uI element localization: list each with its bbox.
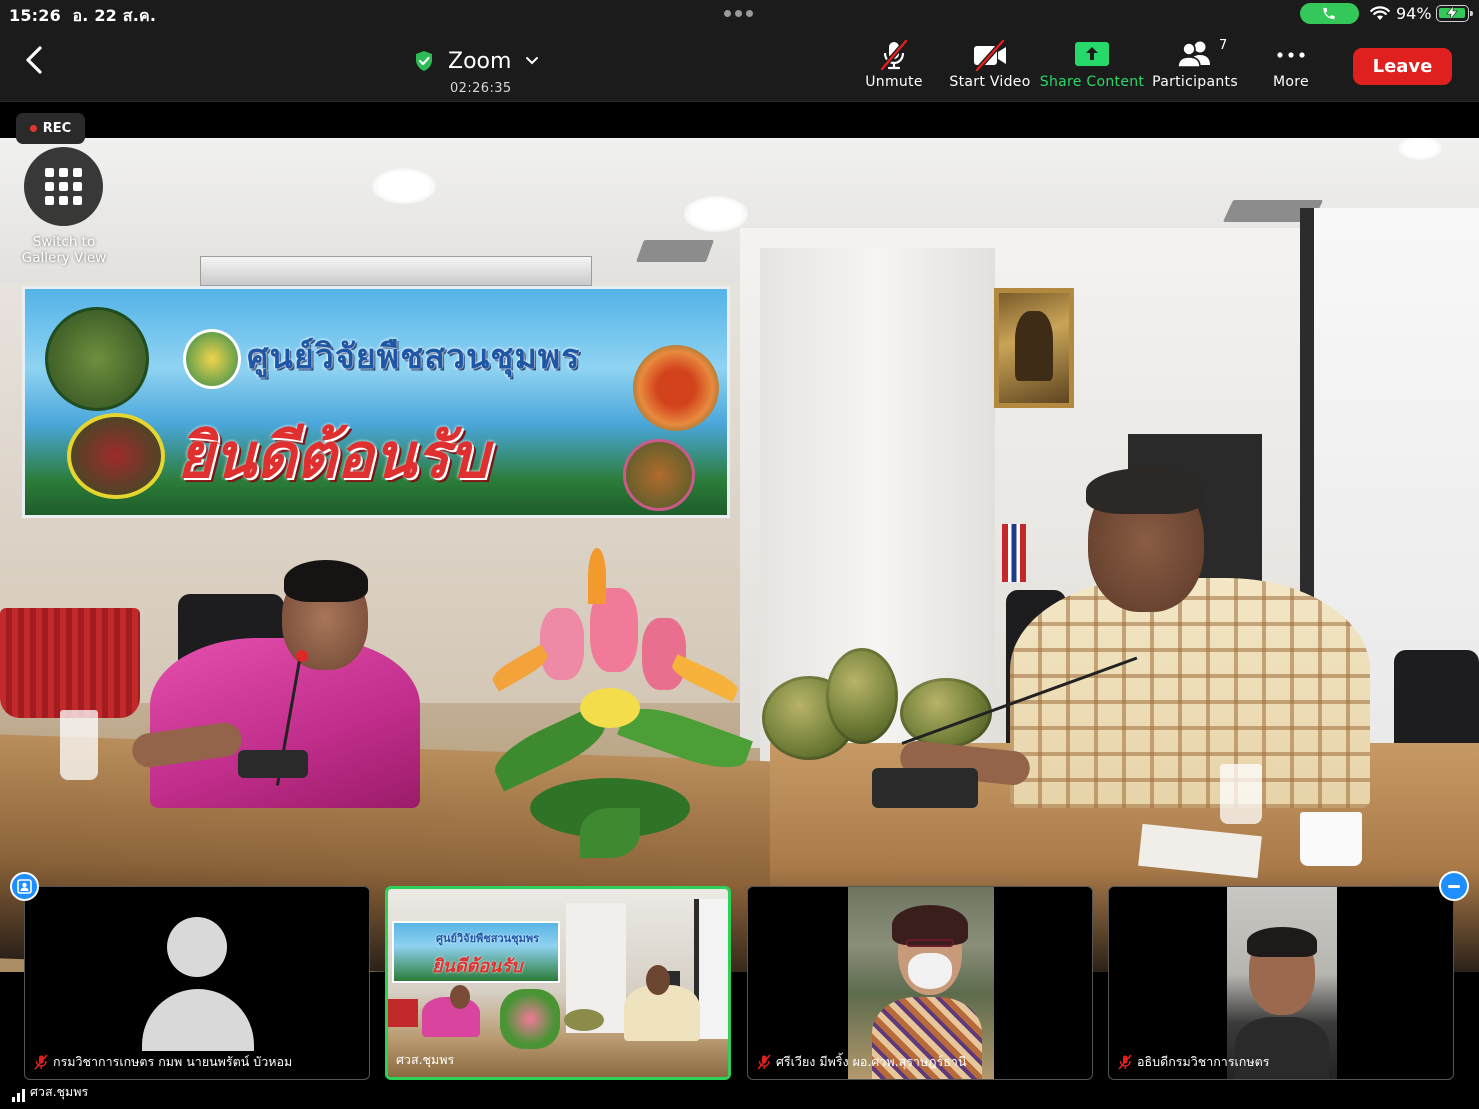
share-screen-icon: [1075, 42, 1109, 66]
flag: [1002, 524, 1026, 582]
gallery-view-label: Switch to Gallery View: [21, 234, 107, 266]
projector-screen: [200, 256, 592, 286]
participant-thumbnail[interactable]: กรมวิชาการเกษตร กมพ นายนพรัตน์ บัวหอม: [24, 886, 370, 1080]
share-content-label: Share Content: [1039, 74, 1145, 90]
secure-shield-icon: [416, 51, 432, 71]
start-video-label: Start Video: [949, 74, 1031, 90]
red-basket: [0, 608, 140, 718]
phone-icon: [1323, 7, 1335, 20]
switch-to-gallery-view-button[interactable]: [24, 147, 103, 226]
chevron-left-icon: [26, 46, 42, 74]
active-call-pill[interactable]: [1300, 3, 1359, 24]
default-avatar-icon: [142, 917, 254, 1051]
banner-welcome-text: ยินดีต้อนรับ: [177, 419, 489, 492]
record-dot-icon: [29, 125, 37, 132]
pin-video-button[interactable]: [10, 872, 39, 901]
rec-label: REC: [42, 121, 72, 136]
meeting-toolbar: Zoom 02:26:35 Unmute Start Video Share C…: [0, 28, 1479, 102]
multitasking-dots-icon[interactable]: [724, 10, 753, 17]
meeting-title-dropdown[interactable]: Zoom: [414, 46, 539, 76]
participant-name-label: ศรีเวียง มีพริ้ง ผอ.ศวพ.สุราษฎร์ธานี: [756, 1051, 967, 1073]
participant-name-label: กรมวิชาการเกษตร กมพ นายนพรัตน์ บัวหอม: [33, 1051, 292, 1073]
status-time-date: 15:26 อ. 22 ส.ค.: [9, 4, 156, 29]
ios-status-bar: 15:26 อ. 22 ส.ค. 94%: [0, 0, 1479, 28]
signal-strength-icon: [12, 1089, 25, 1102]
video-off-icon: [974, 39, 1006, 72]
meeting-elapsed-time: 02:26:35: [450, 81, 512, 96]
ceiling-vent: [635, 240, 715, 262]
grid-icon: [45, 168, 82, 205]
muted-microphone-icon: [757, 1054, 771, 1070]
active-speaker-label: ศวส.ชุมพร: [12, 1084, 88, 1102]
participant-thumbnail[interactable]: ศรีเวียง มีพริ้ง ผอ.ศวพ.สุราษฎร์ธานี: [747, 886, 1093, 1080]
banner-title: ศูนย์วิจัยพืชสวนชุมพร: [247, 337, 581, 377]
participant-thumbnail-active[interactable]: ศูนย์วิจัยพืชสวนชุมพร ยินดีต้อนรับ ศวส.ช…: [385, 886, 731, 1080]
status-date: อ. 22 ส.ค.: [72, 6, 157, 25]
collapse-thumbnails-button[interactable]: [1439, 871, 1469, 901]
battery-percent: 94%: [1396, 4, 1432, 23]
meeting-title: Zoom: [448, 48, 512, 74]
battery-charging-icon: [1436, 5, 1473, 22]
wifi-icon: [1370, 6, 1390, 20]
more-label: More: [1273, 74, 1309, 90]
white-cup: [1300, 812, 1362, 866]
framed-portrait: [994, 288, 1074, 408]
participants-icon: [1177, 41, 1210, 68]
recording-indicator: REC: [16, 113, 85, 144]
participant-thumbnail[interactable]: อธิบดีกรมวิชาการเกษตร: [1108, 886, 1454, 1080]
person-square-icon: [17, 879, 32, 894]
welcome-banner: ศูนย์วิจัยพืชสวนชุมพร ยินดีต้อนรับ: [22, 286, 730, 518]
start-video-button[interactable]: Start Video: [946, 36, 1034, 96]
back-button[interactable]: [18, 40, 52, 80]
status-time: 15:26: [9, 6, 61, 25]
participants-label: Participants: [1152, 74, 1238, 90]
more-dots-icon: [1277, 52, 1305, 58]
chevron-down-icon: [526, 57, 539, 65]
durian-fruit: [826, 648, 898, 744]
ceiling-light: [684, 196, 748, 232]
share-content-button[interactable]: Share Content: [1040, 36, 1144, 96]
muted-microphone-icon: [880, 39, 908, 71]
glass-cup: [1220, 764, 1262, 824]
leave-button[interactable]: Leave: [1353, 48, 1452, 85]
flower-arrangement: [470, 548, 770, 858]
more-button[interactable]: More: [1266, 36, 1316, 96]
ceiling-light: [372, 168, 436, 204]
active-speaker-video[interactable]: ศูนย์วิจัยพืชสวนชุมพร ยินดีต้อนรับ: [0, 138, 1479, 972]
agency-emblem-icon: [183, 329, 241, 389]
participant-name-label: ศวส.ชุมพร: [396, 1052, 455, 1067]
glass-cup: [60, 710, 98, 780]
participants-button[interactable]: 7 Participants: [1150, 36, 1240, 96]
unmute-button[interactable]: Unmute: [863, 36, 925, 96]
unmute-label: Unmute: [865, 74, 923, 90]
muted-microphone-icon: [34, 1054, 48, 1070]
participant-count: 7: [1219, 38, 1228, 53]
participant-name-label: อธิบดีกรมวิชาการเกษตร: [1117, 1051, 1269, 1073]
muted-microphone-icon: [1118, 1054, 1132, 1070]
